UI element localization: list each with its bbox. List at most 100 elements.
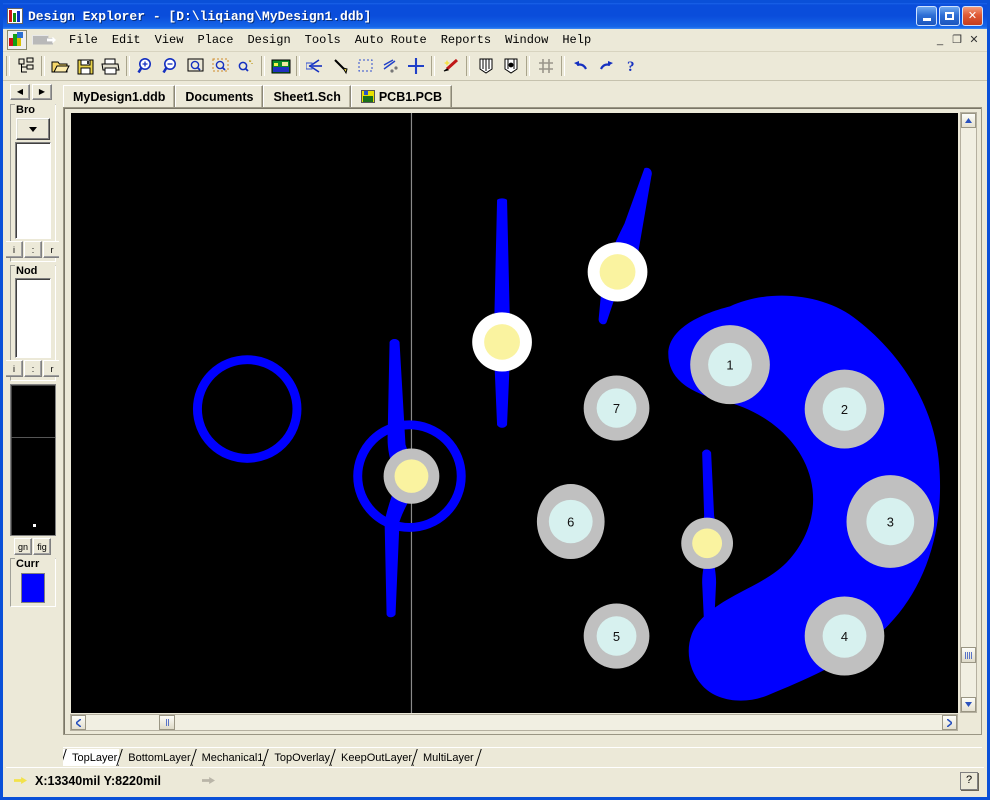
menu-item-auto-route[interactable]: Auto Route	[348, 31, 434, 49]
pad-6-designator: 6	[567, 515, 574, 530]
maximize-button[interactable]	[939, 6, 960, 26]
mdi-close-button[interactable]: ✕	[966, 33, 982, 48]
layer-tab-mechanical1[interactable]: Mechanical1	[192, 749, 269, 766]
menu-item-help[interactable]: Help	[555, 31, 598, 49]
document-tab-bar: MyDesign1.ddb Documents Sheet1.Sch PCB1.…	[63, 84, 982, 108]
toolbar-separator	[41, 56, 45, 76]
nodes-button-3[interactable]: r	[43, 360, 59, 377]
layer-tab-bottomlayer[interactable]: BottomLayer	[119, 749, 196, 766]
menu-item-window[interactable]: Window	[498, 31, 555, 49]
mdi-minimize-button[interactable]: _	[932, 33, 948, 48]
open-design-icon[interactable]	[30, 33, 56, 48]
browse-library-icon[interactable]	[498, 54, 523, 78]
pad-1[interactable]: 1	[690, 325, 770, 405]
tab-mydesign1-ddb[interactable]: MyDesign1.ddb	[63, 85, 176, 107]
nodes-button-1[interactable]: i	[6, 360, 23, 377]
cursor-yellow-icon	[13, 774, 31, 788]
menu-item-edit[interactable]: Edit	[105, 31, 148, 49]
move-selection-icon[interactable]	[378, 54, 403, 78]
panel-prev-button[interactable]: ◀	[10, 84, 30, 100]
menu-item-tools[interactable]: Tools	[298, 31, 348, 49]
scroll-right-button[interactable]	[942, 715, 957, 730]
browse-components-icon[interactable]	[473, 54, 498, 78]
zoom-last-icon[interactable]	[233, 54, 258, 78]
via-center[interactable]	[383, 448, 440, 504]
pad-6[interactable]: 6	[536, 484, 605, 560]
via-lower-right[interactable]	[681, 517, 734, 569]
toolbar-separator	[561, 56, 565, 76]
browse-button-1[interactable]: i	[6, 241, 23, 258]
select-area-icon[interactable]	[353, 54, 378, 78]
pcb-canvas[interactable]: 1 2 3 4 5 6 7	[71, 113, 958, 713]
close-button[interactable]: ✕	[962, 6, 983, 26]
preview-button-magnify[interactable]: ɡn	[14, 538, 32, 555]
mdi-restore-button[interactable]: ❐	[949, 33, 965, 48]
wand-icon[interactable]	[438, 54, 463, 78]
redo-icon[interactable]	[593, 54, 618, 78]
pad-2[interactable]: 2	[804, 369, 885, 449]
nodes-button-2[interactable]: :	[24, 360, 42, 377]
zoom-in-icon[interactable]	[133, 54, 158, 78]
open-icon[interactable]	[48, 54, 73, 78]
nodes-list[interactable]	[15, 278, 51, 358]
menu-item-view[interactable]: View	[148, 31, 191, 49]
mdi-window-controls: _ ❐ ✕	[932, 33, 987, 48]
canvas-vertical-scrollbar[interactable]	[960, 112, 977, 713]
layer-tab-multilayer[interactable]: MultiLayer	[413, 749, 479, 766]
vertical-scroll-thumb[interactable]	[961, 647, 976, 663]
pad-5[interactable]: 5	[583, 603, 650, 669]
pan-view-icon[interactable]	[268, 54, 293, 78]
pad-3[interactable]: 3	[846, 475, 935, 568]
browse-mode-dropdown[interactable]	[16, 118, 50, 140]
toolbar-separator	[296, 56, 300, 76]
menu-item-file[interactable]: File	[62, 31, 105, 49]
preview-button-config[interactable]: fig	[33, 538, 51, 555]
current-layer-label: Curr	[15, 558, 55, 570]
zoom-area-icon[interactable]	[183, 54, 208, 78]
document-app-icon[interactable]	[7, 30, 27, 50]
scroll-left-button[interactable]	[71, 715, 86, 730]
toggle-grid-icon[interactable]	[533, 54, 558, 78]
cut-track-icon[interactable]	[303, 54, 328, 78]
menu-item-design[interactable]: Design	[240, 31, 297, 49]
zoom-out-icon[interactable]	[158, 54, 183, 78]
save-icon[interactable]	[73, 54, 98, 78]
menu-item-reports[interactable]: Reports	[434, 31, 498, 49]
menu-bar: File Edit View Place Design Tools Auto R…	[3, 29, 987, 52]
pad-2-designator: 2	[841, 402, 848, 417]
via-top-right[interactable]	[587, 242, 648, 302]
panel-next-button[interactable]: ▶	[32, 84, 52, 100]
tab-label: MyDesign1.ddb	[73, 89, 166, 104]
tab-sheet1-sch[interactable]: Sheet1.Sch	[263, 85, 351, 107]
pad-7[interactable]: 7	[583, 375, 650, 441]
toolbar-separator	[526, 56, 530, 76]
current-layer-color-swatch[interactable]	[21, 573, 45, 603]
layer-tab-keepoutlayer[interactable]: KeepOutLayer	[332, 749, 417, 766]
measure-icon[interactable]	[328, 54, 353, 78]
context-help-button[interactable]: ?	[960, 772, 978, 790]
horizontal-scroll-thumb[interactable]	[159, 715, 175, 730]
browse-button-3[interactable]: r	[43, 241, 59, 258]
layer-tab-toplayer[interactable]: TopLayer	[63, 749, 123, 766]
layer-tab-topoverlay[interactable]: TopOverlay	[265, 749, 336, 766]
toolbar-separator	[466, 56, 470, 76]
workspace-panel-icon[interactable]	[13, 54, 38, 78]
scroll-down-button[interactable]	[961, 697, 976, 712]
scroll-up-button[interactable]	[961, 113, 976, 128]
current-layer-group: Curr	[10, 558, 56, 607]
zoom-selection-icon[interactable]	[208, 54, 233, 78]
browse-button-2[interactable]: :	[24, 241, 42, 258]
undo-icon[interactable]	[568, 54, 593, 78]
via-top-left[interactable]	[472, 312, 532, 372]
tab-documents[interactable]: Documents	[175, 85, 264, 107]
pad-4[interactable]: 4	[804, 596, 885, 676]
browse-list[interactable]	[15, 142, 51, 239]
menu-item-place[interactable]: Place	[190, 31, 240, 49]
component-preview[interactable]	[10, 384, 56, 536]
tab-pcb1-pcb[interactable]: PCB1.PCB	[350, 85, 453, 107]
print-icon[interactable]	[98, 54, 123, 78]
minimize-button[interactable]	[916, 6, 937, 26]
crosshair-icon[interactable]	[403, 54, 428, 78]
canvas-horizontal-scrollbar[interactable]	[70, 714, 958, 731]
help-icon[interactable]: ?	[618, 54, 643, 78]
